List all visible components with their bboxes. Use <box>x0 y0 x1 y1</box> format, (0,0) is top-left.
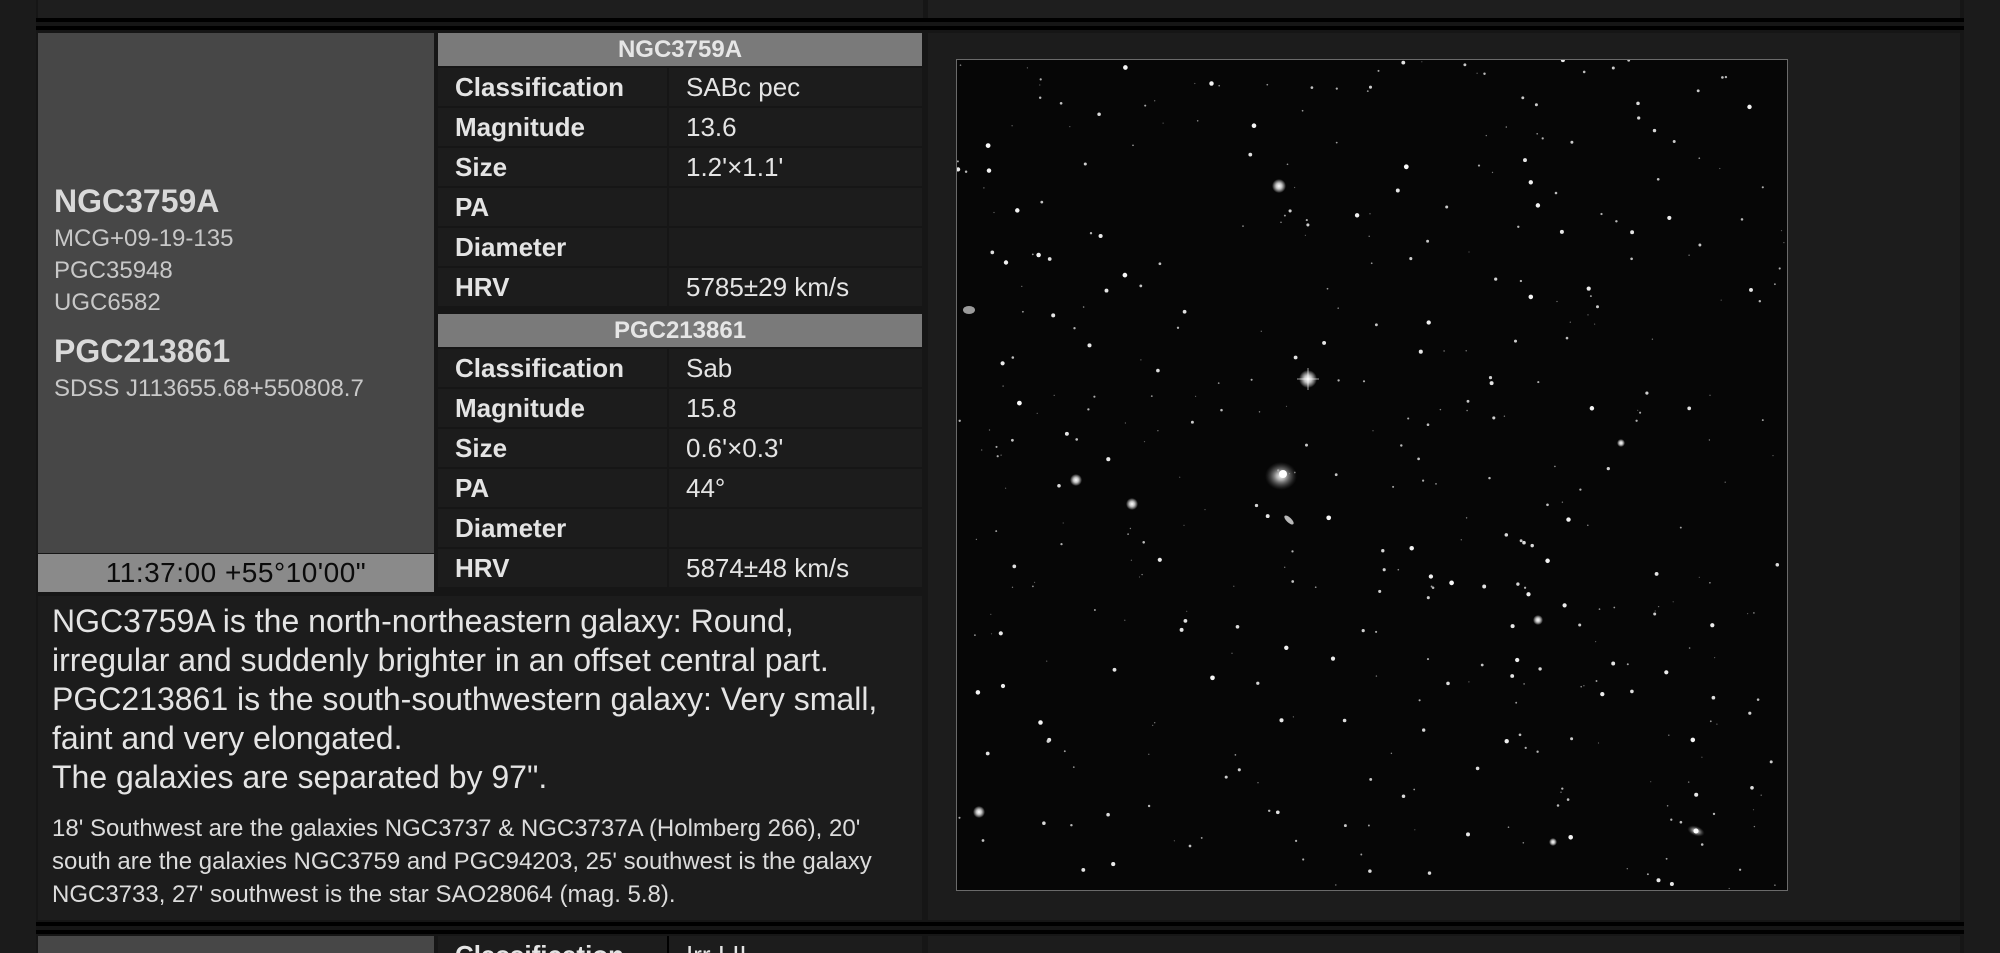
row-value: 0.6'×0.3' <box>669 429 922 467</box>
object-alias: PGC35948 <box>54 257 173 284</box>
row-label: Magnitude <box>438 389 667 427</box>
row-label: Size <box>438 429 667 467</box>
row-label: Classification <box>455 940 624 953</box>
row-value: 5874±48 km/s <box>669 549 922 587</box>
table-row: HRV 5785±29 km/s <box>438 268 922 306</box>
row-value: 13.6 <box>669 108 922 146</box>
object-alias: MCG+09-19-135 <box>54 225 234 252</box>
description-text: NGC3759A is the north-northeastern galax… <box>52 602 912 797</box>
object-name-panel: NGC3759A MCG+09-19-135 PGC35948 UGC6582 … <box>38 33 434 553</box>
table-row: Diameter <box>438 228 922 266</box>
table-title: PGC213861 <box>438 314 922 347</box>
row-separator <box>36 930 1964 934</box>
right-rail <box>1964 0 2000 953</box>
row-value: Irr I II <box>686 940 747 953</box>
description-panel: NGC3759A is the north-northeastern galax… <box>38 596 922 920</box>
secondary-object-name: PGC213861 <box>54 333 231 369</box>
table-row: Magnitude 13.6 <box>438 108 922 146</box>
previous-row-left <box>38 0 923 18</box>
image-panel <box>928 33 1960 920</box>
row-label: HRV <box>438 549 667 587</box>
row-label: Size <box>438 148 667 186</box>
row-value: 5785±29 km/s <box>669 268 922 306</box>
table-row: Classification SABc pec <box>438 68 922 106</box>
row-separator <box>36 26 1964 30</box>
row-separator <box>36 922 1964 926</box>
row-label: PA <box>438 188 667 226</box>
row-label: PA <box>438 469 667 507</box>
row-label: Diameter <box>438 509 667 547</box>
row-label: HRV <box>438 268 667 306</box>
description-line: PGC213861 is the south-southwestern gala… <box>52 681 878 756</box>
starfield-svg <box>957 60 1787 890</box>
row-value: Sab <box>669 349 922 387</box>
next-row-image-panel <box>928 936 1960 953</box>
previous-row-right <box>928 0 1960 18</box>
next-row-name-panel <box>38 936 434 953</box>
coordinates: 11:37:00 +55°10'00" <box>38 554 434 592</box>
description-line: The galaxies are separated by 97". <box>52 759 548 795</box>
table-title: NGC3759A <box>438 33 922 66</box>
table-row: PA 44° <box>438 469 922 507</box>
description-line: NGC3759A is the north-northeastern galax… <box>52 603 829 678</box>
row-value: 1.2'×1.1' <box>669 148 922 186</box>
row-value <box>669 188 922 226</box>
cell-divider <box>667 936 669 953</box>
starfield-image[interactable] <box>956 59 1788 891</box>
row-label: Diameter <box>438 228 667 266</box>
left-rail <box>0 0 36 953</box>
primary-object-name: NGC3759A <box>54 183 220 219</box>
table-row: Magnitude 15.8 <box>438 389 922 427</box>
properties-table-ngc3759a: NGC3759A Classification SABc pec Magnitu… <box>438 33 922 306</box>
page: NGC3759A MCG+09-19-135 PGC35948 UGC6582 … <box>0 0 2000 953</box>
object-alias: UGC6582 <box>54 289 161 316</box>
table-row: Classification Sab <box>438 349 922 387</box>
row-separator <box>36 18 1964 22</box>
table-row: Size 1.2'×1.1' <box>438 148 922 186</box>
table-row: Size 0.6'×0.3' <box>438 429 922 467</box>
object-alias: SDSS J113655.68+550808.7 <box>54 375 364 402</box>
row-label: Classification <box>438 349 667 387</box>
row-value <box>669 228 922 266</box>
table-row: Diameter <box>438 509 922 547</box>
properties-table-pgc213861: PGC213861 Classification Sab Magnitude 1… <box>438 314 922 587</box>
row-value: 44° <box>669 469 922 507</box>
row-label: Classification <box>438 68 667 106</box>
row-value: SABc pec <box>669 68 922 106</box>
row-label: Magnitude <box>438 108 667 146</box>
row-value <box>669 509 922 547</box>
row-value: 15.8 <box>669 389 922 427</box>
table-row: HRV 5874±48 km/s <box>438 549 922 587</box>
surroundings-text: 18' Southwest are the galaxies NGC3737 &… <box>52 815 872 908</box>
next-row-properties: Classification Irr I II <box>438 936 922 953</box>
table-row: PA <box>438 188 922 226</box>
